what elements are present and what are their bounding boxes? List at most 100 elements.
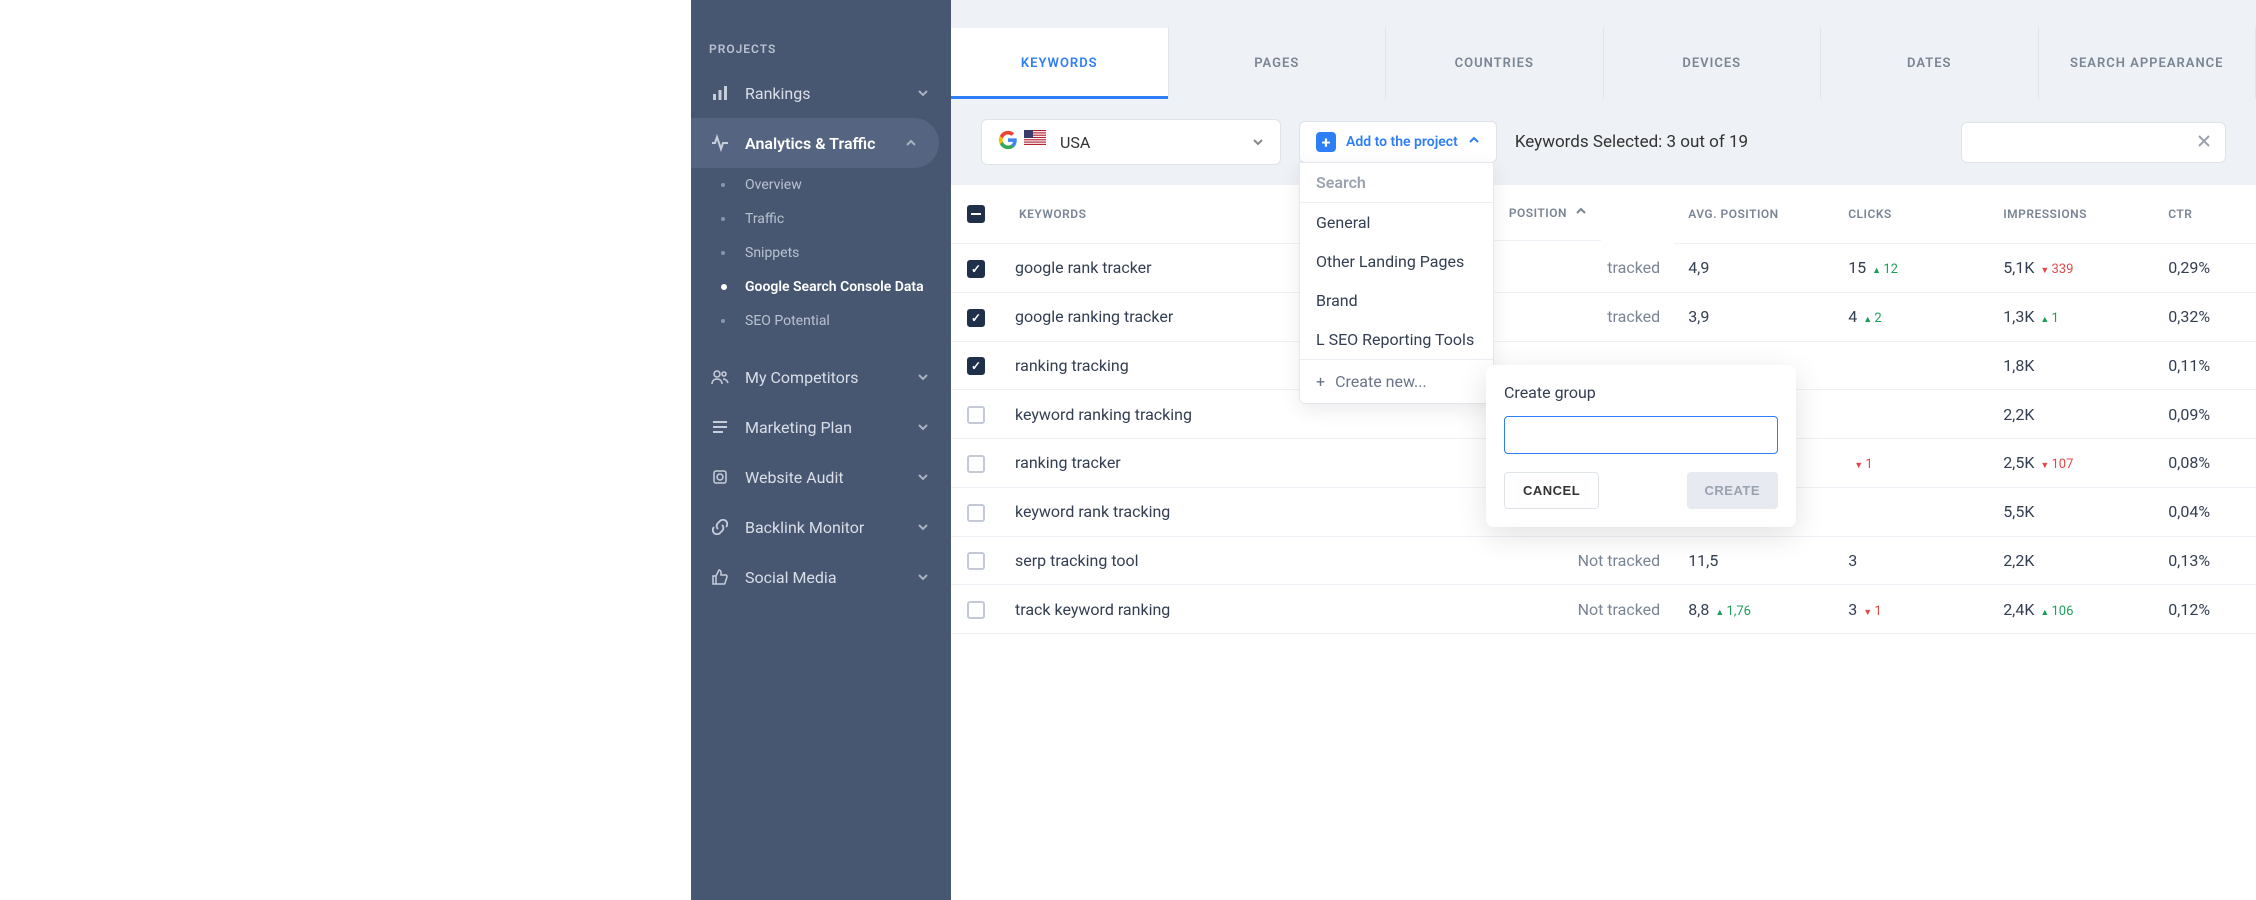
sidebar-item-social[interactable]: Social Media — [691, 552, 951, 602]
chevron-down-icon — [913, 83, 933, 103]
thumb-icon — [709, 566, 731, 588]
sidebar-item-analytics[interactable]: Analytics & Traffic — [691, 118, 939, 168]
cell-clicks — [1834, 341, 1989, 390]
col-clicks[interactable]: CLICKS — [1848, 207, 1892, 221]
sidebar-sub-gsc[interactable]: Google Search Console Data — [691, 270, 951, 304]
row-checkbox[interactable] — [967, 455, 985, 473]
col-keywords: KEYWORDS — [1019, 207, 1086, 221]
delta-up: 2 — [1863, 311, 1881, 326]
cell-ctr: 0,12% — [2154, 585, 2256, 634]
cell-avg-position: 4,9 — [1674, 244, 1834, 293]
row-checkbox[interactable] — [967, 601, 985, 619]
col-avg-position[interactable]: AVG. POSITION — [1688, 207, 1779, 221]
main: KEYWORDS PAGES COUNTRIES DEVICES DATES S… — [951, 0, 2256, 900]
col-impressions[interactable]: IMPRESSIONS — [2003, 207, 2087, 221]
cell-clicks — [1834, 487, 1989, 536]
tab-countries[interactable]: COUNTRIES — [1386, 28, 1604, 99]
cell-clicks: 31 — [1834, 585, 1989, 634]
cell-clicks: 3 — [1834, 536, 1989, 585]
cell-ctr: 0,09% — [2154, 390, 2256, 439]
dropdown-item-brand[interactable]: Brand — [1300, 281, 1493, 320]
users-icon — [709, 366, 731, 388]
sidebar-item-backlink[interactable]: Backlink Monitor — [691, 502, 951, 552]
col-ctr[interactable]: CTR — [2168, 207, 2192, 221]
cell-impressions: 5,1K339 — [1989, 244, 2154, 293]
link-icon — [709, 516, 731, 538]
delta-up: 1 — [2040, 311, 2058, 326]
plus-icon: + — [1316, 372, 1325, 391]
chevron-down-icon — [913, 467, 933, 487]
group-name-input[interactable] — [1504, 416, 1778, 454]
tab-keywords[interactable]: KEYWORDS — [951, 28, 1169, 99]
sidebar-item-competitors[interactable]: My Competitors — [691, 352, 951, 402]
cell-ctr: 0,13% — [2154, 536, 2256, 585]
cell-clicks: 42 — [1834, 292, 1989, 341]
tab-dates[interactable]: DATES — [1821, 28, 2039, 99]
sidebar-title: PROJECTS — [691, 30, 951, 68]
delta-down: 1 — [1854, 457, 1872, 472]
table-row: serp tracking tool Not tracked 11,5 3 2,… — [951, 536, 2256, 585]
sidebar-item-marketing[interactable]: Marketing Plan — [691, 402, 951, 452]
cell-position: Not tracked — [1441, 536, 1674, 585]
sidebar-sub-traffic[interactable]: Traffic — [691, 202, 951, 236]
sidebar-sub-snippets[interactable]: Snippets — [691, 236, 951, 270]
row-checkbox[interactable] — [967, 504, 985, 522]
tab-devices[interactable]: DEVICES — [1604, 28, 1822, 99]
select-all-checkbox[interactable] — [967, 205, 985, 223]
sidebar: PROJECTS Rankings Analytics & Traffic Ov… — [691, 0, 951, 900]
sort-up-icon[interactable] — [1575, 205, 1587, 220]
create-button[interactable]: CREATE — [1687, 472, 1778, 509]
sidebar-item-rankings[interactable]: Rankings — [691, 68, 951, 118]
country-label: USA — [1060, 133, 1090, 152]
cell-ctr: 0,04% — [2154, 487, 2256, 536]
dropdown-create-new[interactable]: + Create new... — [1300, 359, 1493, 403]
cell-clicks — [1834, 390, 1989, 439]
sidebar-sub-overview[interactable]: Overview — [691, 168, 951, 202]
google-icon — [998, 130, 1018, 154]
tab-pages[interactable]: PAGES — [1169, 28, 1387, 99]
cell-clicks: 1512 — [1834, 244, 1989, 293]
row-checkbox[interactable] — [967, 309, 985, 327]
plus-icon: + — [1316, 132, 1336, 152]
dropdown-item-general[interactable]: General — [1300, 203, 1493, 242]
tab-appearance[interactable]: SEARCH APPEARANCE — [2039, 28, 2256, 99]
sidebar-label: Backlink Monitor — [745, 518, 864, 537]
clear-icon[interactable] — [2197, 133, 2211, 152]
sidebar-sub-seo-potential[interactable]: SEO Potential — [691, 304, 951, 338]
cell-impressions: 2,2K — [1989, 390, 2154, 439]
sidebar-label: Rankings — [745, 84, 810, 103]
country-select[interactable]: USA — [981, 119, 1281, 165]
delta-up: 1,76 — [1715, 604, 1751, 619]
dropdown-item-seo[interactable]: L SEO Reporting Tools — [1300, 320, 1493, 359]
cell-ctr: 0,08% — [2154, 439, 2256, 488]
modal-title: Create group — [1504, 383, 1778, 402]
chevron-down-icon — [913, 567, 933, 587]
dropdown-item-other[interactable]: Other Landing Pages — [1300, 242, 1493, 281]
cell-impressions: 1,8K — [1989, 341, 2154, 390]
sidebar-label: My Competitors — [745, 368, 859, 387]
dropdown-search[interactable]: Search — [1300, 163, 1493, 203]
cell-impressions: 1,3K1 — [1989, 292, 2154, 341]
add-button-label: Add to the project — [1346, 134, 1458, 150]
chevron-up-icon — [901, 133, 921, 153]
activity-icon — [709, 132, 731, 154]
cell-position: Not tracked — [1441, 585, 1674, 634]
row-checkbox[interactable] — [967, 260, 985, 278]
table-row: track keyword ranking Not tracked 8,81,7… — [951, 585, 2256, 634]
cell-impressions: 2,2K — [1989, 536, 2154, 585]
search-input[interactable] — [1961, 122, 2226, 163]
row-checkbox[interactable] — [967, 552, 985, 570]
add-to-project-button[interactable]: + Add to the project Search General Othe… — [1299, 121, 1497, 163]
cancel-button[interactable]: CANCEL — [1504, 472, 1599, 509]
sidebar-item-audit[interactable]: Website Audit — [691, 452, 951, 502]
list-icon — [709, 416, 731, 438]
row-checkbox[interactable] — [967, 406, 985, 424]
search-field[interactable] — [1976, 134, 2197, 150]
row-checkbox[interactable] — [967, 357, 985, 375]
cell-keyword: keyword rank tracking — [1001, 487, 1441, 536]
selected-count: Keywords Selected: 3 out of 19 — [1515, 132, 1748, 152]
cell-keyword: serp tracking tool — [1001, 536, 1441, 585]
cell-keyword: ranking tracker — [1001, 439, 1441, 488]
cell-impressions: 2,5K107 — [1989, 439, 2154, 488]
cell-avg-position: 11,5 — [1674, 536, 1834, 585]
